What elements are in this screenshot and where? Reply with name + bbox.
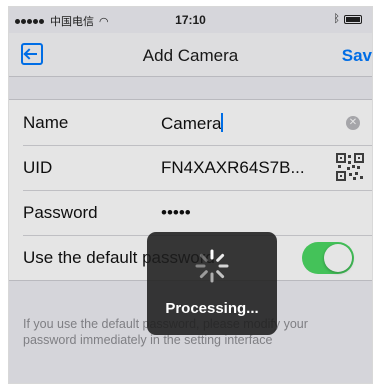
- spinner-icon: [195, 249, 229, 283]
- processing-hud: Processing...: [147, 232, 277, 335]
- processing-label: Processing...: [165, 300, 259, 317]
- phone-screen: 中国电信 ◠ 17:10 ᛒ Add Camera Sav Name Camer…: [8, 6, 373, 384]
